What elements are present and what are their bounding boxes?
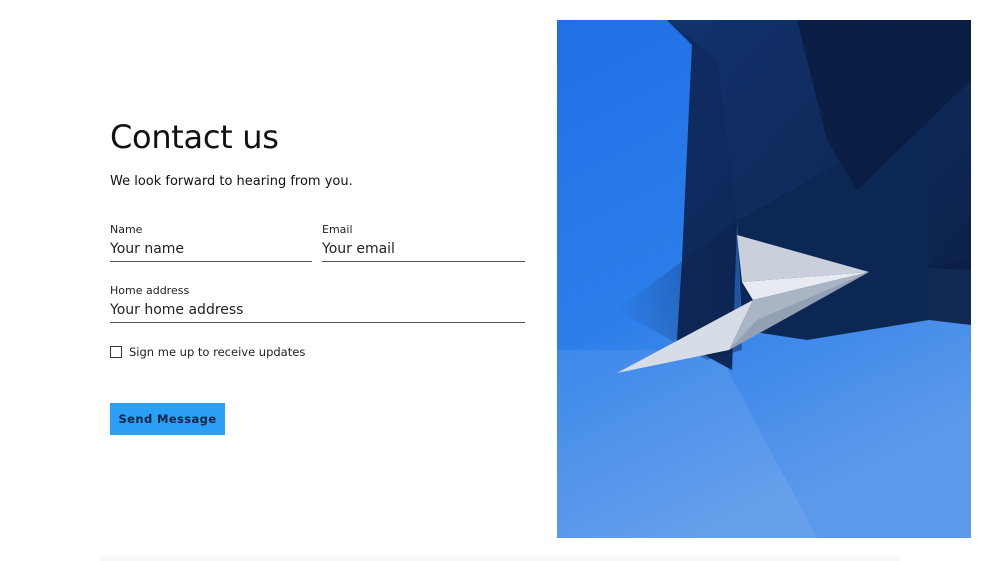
contact-page: Contact us We look forward to hearing fr… (0, 0, 1000, 561)
name-field-group: Name (110, 223, 312, 262)
page-title: Contact us (110, 118, 279, 156)
updates-checkbox-label[interactable]: Sign me up to receive updates (129, 345, 305, 359)
name-input[interactable] (110, 239, 312, 259)
address-label: Home address (110, 284, 190, 297)
contact-form: Contact us We look forward to hearing fr… (110, 0, 525, 561)
page-subtitle: We look forward to hearing from you. (110, 174, 353, 189)
bottom-shadow (100, 552, 900, 561)
email-field-group: Email (322, 223, 525, 262)
address-field-group: Home address (110, 284, 525, 323)
updates-checkbox-row[interactable]: Sign me up to receive updates (110, 344, 305, 360)
hero-image (557, 20, 971, 538)
name-label: Name (110, 223, 143, 236)
send-message-button[interactable]: Send Message (110, 403, 225, 435)
email-input[interactable] (322, 239, 525, 259)
updates-checkbox[interactable] (110, 346, 122, 358)
email-label: Email (322, 223, 353, 236)
address-input[interactable] (110, 300, 525, 320)
paper-plane-illustration (557, 20, 971, 538)
